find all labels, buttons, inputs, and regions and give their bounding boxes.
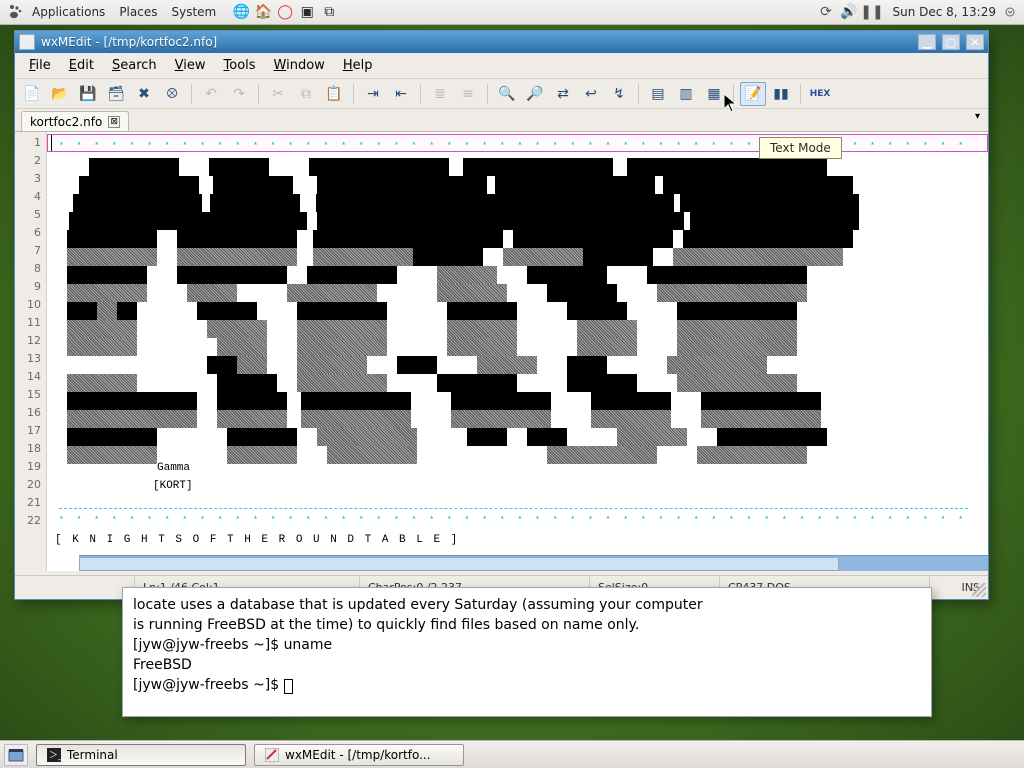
editor-hscrollbar[interactable] xyxy=(79,555,988,571)
text-caret xyxy=(51,135,52,151)
minimize-button[interactable]: ▁ xyxy=(918,34,936,50)
gnome-top-panel: Applications Places System 🌐 🏠 ◯ ▣ ⧉ ⟳ 🔊… xyxy=(0,0,1024,25)
quicklaunch: 🌐 🏠 ◯ ▣ ⧉ xyxy=(232,3,338,21)
network-icon[interactable]: ❚❚ xyxy=(863,4,880,21)
term-line: is running FreeBSD at the time) to quick… xyxy=(133,617,639,633)
menu-view[interactable]: View xyxy=(167,55,214,76)
applications-menu[interactable]: Applications xyxy=(32,5,105,19)
line-gutter: 12345678910111213141516171819202122 xyxy=(15,132,47,571)
gnome-bottom-panel: ＞_ Terminal wxMEdit - [/tmp/kortfo... xyxy=(0,740,1024,768)
tab-close-icon[interactable]: ⊠ xyxy=(108,116,120,128)
menubar: File Edit Search View Tools Window Help xyxy=(15,53,988,79)
tooltip: Text Mode xyxy=(759,137,842,159)
underline-rule xyxy=(59,508,968,509)
home-icon[interactable]: 🏠 xyxy=(254,3,272,21)
window-title: wxMEdit - [/tmp/kortfoc2.nfo] xyxy=(41,35,912,49)
outdent-icon[interactable]: ⇤ xyxy=(388,82,414,106)
gnome-foot-icon xyxy=(6,3,24,21)
whitespace-marks-bottom: ▴ ▴ ▴ ▴ ▴ ▴ ▴ ▴ ▴ ▴ ▴ ▴ ▴ ▴ ▴ ▴ ▴ ▴ ▴ ▴ … xyxy=(59,512,968,521)
volume-icon[interactable]: 🔊 xyxy=(840,4,857,21)
editor: 12345678910111213141516171819202122 ▴ ▴ … xyxy=(15,131,988,571)
comment-icon[interactable]: ≣ xyxy=(427,82,453,106)
save-icon[interactable]: 💾 xyxy=(75,82,101,106)
status-empty xyxy=(15,576,135,599)
column-mode-icon[interactable]: ▮▮ xyxy=(768,82,794,106)
uncomment-icon[interactable]: ≡ xyxy=(455,82,481,106)
app-icon xyxy=(19,34,35,50)
copy-icon[interactable]: ⧉ xyxy=(293,82,319,106)
open-file-icon[interactable]: 📂 xyxy=(47,82,73,106)
term-output: FreeBSD xyxy=(133,657,192,673)
taskbar-wxmedit[interactable]: wxMEdit - [/tmp/kortfo... xyxy=(254,744,464,766)
screenshot-icon[interactable]: ▣ xyxy=(298,3,316,21)
toolbar: 📄 📂 💾 🗃 ✖ ⮾ ↶ ↷ ✂ ⧉ 📋 ⇥ ⇤ ≣ ≡ 🔍 🔎 ⇄ ↩ ↯ … xyxy=(15,79,988,109)
close-button[interactable]: ✕ xyxy=(966,34,984,50)
menu-edit[interactable]: Edit xyxy=(61,55,102,76)
terminal-launcher-icon[interactable]: ⧉ xyxy=(320,3,338,21)
art-label-gamma: Gamma xyxy=(157,462,190,474)
maximize-button[interactable]: ▢ xyxy=(942,34,960,50)
text-mode-icon[interactable]: 📝 xyxy=(740,82,766,106)
system-tray: ⟳ 🔊 ❚❚ Sun Dec 8, 13:29 xyxy=(817,4,1018,21)
term-prompt: [jyw@jyw-freebs ~]$ xyxy=(133,637,284,653)
close-file-icon[interactable]: ✖ xyxy=(131,82,157,106)
term-cmd: uname xyxy=(284,637,333,653)
new-file-icon[interactable]: 📄 xyxy=(19,82,45,106)
hex-mode-icon[interactable]: HEX xyxy=(807,82,833,106)
art-label-kort: [KORT] xyxy=(153,480,193,492)
terminal-body[interactable]: locate uses a database that is updated e… xyxy=(123,588,931,704)
undo-icon[interactable]: ↶ xyxy=(198,82,224,106)
resize-grip[interactable] xyxy=(972,583,986,597)
editor-canvas[interactable]: ▴ ▴ ▴ ▴ ▴ ▴ ▴ ▴ ▴ ▴ ▴ ▴ ▴ ▴ ▴ ▴ ▴ ▴ ▴ ▴ … xyxy=(47,132,988,571)
tab-dropdown-icon[interactable]: ▾ xyxy=(975,111,980,122)
task-label: Terminal xyxy=(67,748,118,762)
wxmedit-window: wxMEdit - [/tmp/kortfoc2.nfo] ▁ ▢ ✕ File… xyxy=(14,30,989,600)
terminal-window: locate uses a database that is updated e… xyxy=(122,587,932,717)
term-line: locate uses a database that is updated e… xyxy=(133,597,703,613)
footer-text: [ K N I G H T S O F T H E R O U N D T A … xyxy=(55,534,459,546)
indent-icon[interactable]: ⇥ xyxy=(360,82,386,106)
tab-label: kortfoc2.nfo xyxy=(30,115,102,129)
wxmedit-task-icon xyxy=(265,748,279,762)
show-desktop-button[interactable] xyxy=(4,744,28,766)
menu-window[interactable]: Window xyxy=(266,55,333,76)
menu-search[interactable]: Search xyxy=(104,55,165,76)
find-icon[interactable]: 🔍 xyxy=(494,82,520,106)
terminal-cursor xyxy=(284,679,293,694)
panel-expand-icon[interactable] xyxy=(1002,4,1018,20)
cut-icon[interactable]: ✂ xyxy=(265,82,291,106)
browser-icon[interactable]: 🌐 xyxy=(232,3,250,21)
task-label: wxMEdit - [/tmp/kortfo... xyxy=(285,748,431,762)
titlebar[interactable]: wxMEdit - [/tmp/kortfoc2.nfo] ▁ ▢ ✕ xyxy=(15,31,988,53)
tab-kortfoc2[interactable]: kortfoc2.nfo ⊠ xyxy=(21,111,129,131)
terminal-task-icon: ＞_ xyxy=(47,748,61,762)
taskbar-terminal[interactable]: ＞_ Terminal xyxy=(36,744,246,766)
redo-icon[interactable]: ↷ xyxy=(226,82,252,106)
menu-tools[interactable]: Tools xyxy=(216,55,264,76)
places-menu[interactable]: Places xyxy=(119,5,157,19)
menu-help[interactable]: Help xyxy=(335,55,381,76)
wrap-none-icon[interactable]: ▤ xyxy=(645,82,671,106)
paste-icon[interactable]: 📋 xyxy=(321,82,347,106)
svg-text:＞_: ＞_ xyxy=(49,751,61,761)
system-menu[interactable]: System xyxy=(171,5,216,19)
menu-file[interactable]: File xyxy=(21,55,59,76)
opera-icon[interactable]: ◯ xyxy=(276,3,294,21)
goto-icon[interactable]: ↯ xyxy=(606,82,632,106)
find-next-icon[interactable]: 🔎 xyxy=(522,82,548,106)
update-icon[interactable]: ⟳ xyxy=(817,4,834,21)
close-all-icon[interactable]: ⮾ xyxy=(159,82,185,106)
find-prev-icon[interactable]: ↩ xyxy=(578,82,604,106)
term-prompt: [jyw@jyw-freebs ~]$ xyxy=(133,677,284,693)
tab-strip: kortfoc2.nfo ⊠ ▾ xyxy=(15,109,988,131)
replace-icon[interactable]: ⇄ xyxy=(550,82,576,106)
save-all-icon[interactable]: 🗃 xyxy=(103,82,129,106)
ascii-art xyxy=(59,158,859,464)
clock[interactable]: Sun Dec 8, 13:29 xyxy=(892,5,996,19)
hscroll-thumb[interactable] xyxy=(79,557,839,571)
wrap-column-icon[interactable]: ▦ xyxy=(701,82,727,106)
wrap-window-icon[interactable]: ▥ xyxy=(673,82,699,106)
